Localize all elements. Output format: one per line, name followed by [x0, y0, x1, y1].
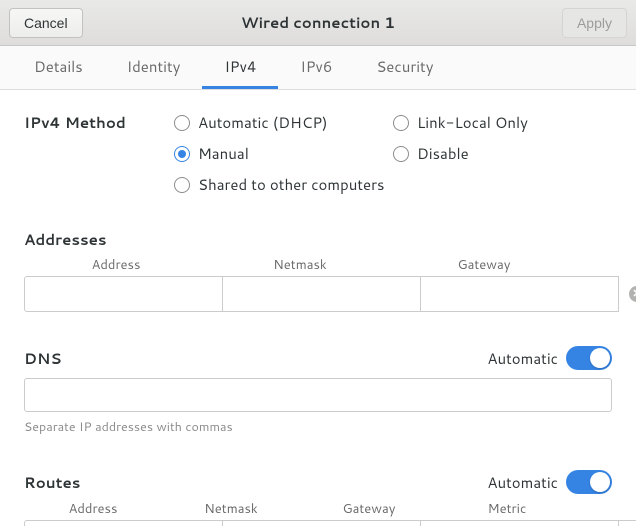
radio-link-local-only[interactable]: Link-Local Only — [393, 112, 612, 133]
addresses-heading: Addresses — [24, 229, 612, 250]
tab-ipv4[interactable]: IPv4 — [202, 46, 278, 89]
dns-heading: DNS — [24, 348, 62, 369]
radio-icon — [393, 115, 409, 131]
routes-automatic-label: Automatic — [487, 472, 558, 493]
radio-icon — [174, 115, 190, 131]
radio-label: Automatic (DHCP) — [198, 112, 328, 133]
radio-label: Manual — [198, 143, 249, 164]
route-address-input[interactable] — [24, 520, 223, 526]
route-netmask-input[interactable] — [222, 520, 421, 526]
cancel-button[interactable]: Cancel — [9, 8, 83, 38]
col-netmask: Netmask — [208, 256, 392, 274]
window-title: Wired connection 1 — [0, 12, 636, 33]
radio-automatic-dhcp[interactable]: Automatic (DHCP) — [174, 112, 393, 133]
radio-icon — [174, 177, 190, 193]
tab-identity[interactable]: Identity — [105, 46, 203, 89]
col-gateway: Gateway — [392, 256, 576, 274]
col-metric: Metric — [438, 500, 576, 518]
radio-shared[interactable]: Shared to other computers — [174, 174, 612, 195]
address-input[interactable] — [24, 276, 223, 312]
titlebar: Cancel Wired connection 1 Apply — [0, 0, 636, 46]
routes-automatic-switch[interactable] — [566, 470, 612, 494]
dns-automatic-label: Automatic — [487, 348, 558, 369]
ipv4-panel: IPv4 Method Automatic (DHCP) Link-Local … — [0, 90, 636, 526]
apply-button[interactable]: Apply — [562, 8, 627, 38]
radio-label: Link-Local Only — [417, 112, 528, 133]
tab-security[interactable]: Security — [354, 46, 455, 89]
radio-label: Disable — [417, 143, 469, 164]
tab-details[interactable]: Details — [12, 46, 105, 89]
tab-ipv6[interactable]: IPv6 — [278, 46, 354, 89]
ipv4-method-group: Automatic (DHCP) Link-Local Only Manual … — [174, 112, 612, 195]
dns-input[interactable] — [24, 378, 612, 412]
radio-icon — [174, 146, 190, 162]
route-row: ✕ — [24, 520, 612, 526]
tab-bar: Details Identity IPv4 IPv6 Security — [0, 46, 636, 90]
routes-heading: Routes — [24, 472, 80, 493]
netmask-input[interactable] — [222, 276, 421, 312]
radio-label: Shared to other computers — [198, 174, 384, 195]
ipv4-method-label: IPv4 Method — [24, 112, 174, 195]
col-address: Address — [24, 256, 208, 274]
col-gateway: Gateway — [300, 500, 438, 518]
routes-columns: Address Netmask Gateway Metric — [24, 500, 612, 518]
close-icon: ✕ — [629, 286, 636, 302]
gateway-input[interactable] — [420, 276, 619, 312]
delete-address-button[interactable]: ✕ — [619, 276, 636, 312]
route-metric-input[interactable] — [618, 520, 636, 526]
radio-manual[interactable]: Manual — [174, 143, 393, 164]
addresses-columns: Address Netmask Gateway — [24, 256, 612, 274]
radio-disable[interactable]: Disable — [393, 143, 612, 164]
radio-icon — [393, 146, 409, 162]
col-netmask: Netmask — [162, 500, 300, 518]
dns-automatic-switch[interactable] — [566, 346, 612, 370]
route-gateway-input[interactable] — [420, 520, 619, 526]
dns-hint: Separate IP addresses with commas — [24, 418, 612, 436]
col-address: Address — [24, 500, 162, 518]
address-row: ✕ — [24, 276, 612, 312]
